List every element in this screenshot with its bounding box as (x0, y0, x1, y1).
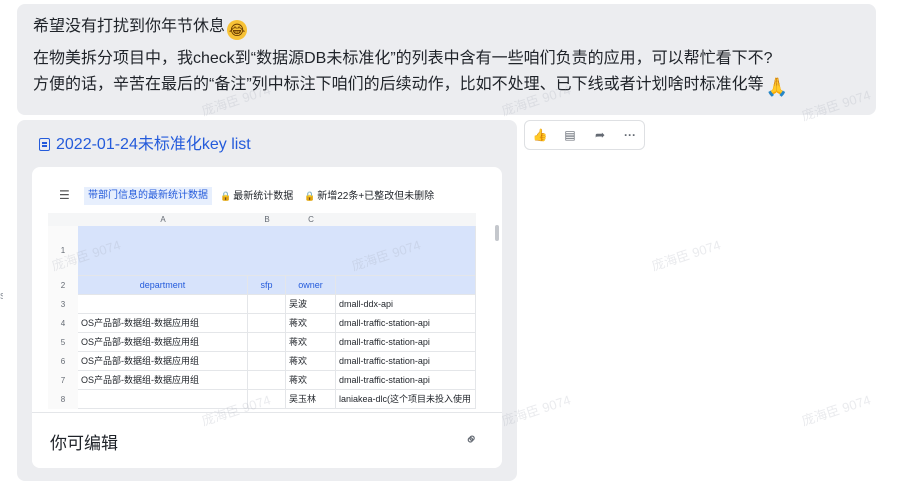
cell-department[interactable] (78, 295, 248, 314)
cell-owner[interactable]: 蒋欢 (286, 371, 336, 390)
cell-owner[interactable]: 吴波 (286, 295, 336, 314)
lock-icon: 🔒 (220, 191, 232, 201)
left-edge-text: s (0, 290, 3, 302)
pray-emoji-icon: 🙏 (765, 77, 789, 97)
message-toolbar: 👍 ▤ ➦ ··· (524, 120, 645, 150)
row-number: 1 (48, 226, 78, 276)
cell-sfp[interactable] (248, 352, 286, 371)
tab-latest-label: 最新统计数据 (233, 191, 294, 202)
col-header-a: A (78, 213, 248, 227)
tab-new-22-label: 新增22条+已整改但未删除 (317, 191, 435, 202)
cell-owner[interactable]: 蒋欢 (286, 352, 336, 371)
row-number: 3 (48, 295, 78, 314)
row-number: 8 (48, 390, 78, 409)
cell-department[interactable]: OS产品部-数据组-数据应用组 (78, 333, 248, 352)
sheet-tabs: ☰ 带部门信息的最新统计数据 🔒 最新统计数据 🔒 新增22条+已整改但未删除 (32, 185, 502, 207)
row-number: 6 (48, 352, 78, 371)
cell-app[interactable]: dmall-traffic-station-api (336, 333, 476, 352)
watermark: 庞海臣 9074 (649, 237, 723, 274)
sheet-preview[interactable]: ☰ 带部门信息的最新统计数据 🔒 最新统计数据 🔒 新增22条+已整改但未删除 A … (32, 167, 502, 468)
cell-department[interactable]: OS产品部-数据组-数据应用组 (78, 371, 248, 390)
header-app[interactable] (336, 276, 476, 295)
doc-title[interactable]: 2022-01-24未标准化key list (56, 136, 251, 153)
doc-icon (39, 138, 50, 151)
sheet-footer: 你可编辑 ⚭ (32, 412, 502, 468)
row-number: 7 (48, 371, 78, 390)
cell-app[interactable]: dmall-ddx-api (336, 295, 476, 314)
more-icon[interactable]: ··· (619, 125, 641, 145)
row-number: 4 (48, 314, 78, 333)
thumbs-up-icon[interactable]: 👍 (529, 125, 551, 145)
header-sfp[interactable]: sfp (248, 276, 286, 295)
message-bubble: 希望没有打扰到你年节休息 😂 在物美拆分项目中，我check到“数据源DB未标准化… (17, 4, 876, 115)
cell-owner[interactable]: 蒋欢 (286, 314, 336, 333)
message-text-3: 方便的话，辛苦在最后的“备注”列中标注下咱们的后续动作，比如不处理、已下线或者计… (33, 76, 764, 93)
message-text-1: 希望没有打扰到你年节休息 (33, 18, 226, 35)
tab-latest[interactable]: 🔒 最新统计数据 (216, 187, 297, 205)
doc-title-link[interactable]: 2022-01-24未标准化key list (39, 134, 251, 156)
cell-app[interactable]: laniakea-dlc(这个项目未投入使用 (336, 390, 476, 409)
cell-app[interactable]: dmall-traffic-station-api (336, 371, 476, 390)
layers-icon[interactable]: ☰ (59, 188, 70, 202)
cell-sfp[interactable] (248, 295, 286, 314)
link-icon[interactable]: ⚭ (460, 426, 484, 451)
cell-sfp[interactable] (248, 390, 286, 409)
message-line-1: 希望没有打扰到你年节休息 😂 (33, 16, 248, 40)
cell-owner[interactable]: 吴玉林 (286, 390, 336, 409)
header-department[interactable]: department (78, 276, 248, 295)
corner-header (48, 213, 78, 227)
cell-sfp[interactable] (248, 371, 286, 390)
tab-new-22[interactable]: 🔒 新增22条+已整改但未删除 (300, 187, 438, 205)
col-header-b: B (248, 213, 286, 227)
cell-app[interactable]: dmall-traffic-station-api (336, 314, 476, 333)
sheet-scrollbar[interactable] (495, 225, 499, 241)
doc-card: 2022-01-24未标准化key list ☰ 带部门信息的最新统计数据 🔒 最… (17, 120, 517, 481)
cell-app[interactable]: dmall-traffic-station-api (336, 352, 476, 371)
header-owner[interactable]: owner (286, 276, 336, 295)
message-line-3: 方便的话，辛苦在最后的“备注”列中标注下咱们的后续动作，比如不处理、已下线或者计… (33, 74, 788, 97)
col-header-c: C (286, 213, 336, 227)
cell-owner[interactable]: 蒋欢 (286, 333, 336, 352)
cell-sfp[interactable] (248, 314, 286, 333)
comment-icon[interactable]: ▤ (559, 125, 581, 145)
header-fill-row[interactable] (78, 226, 476, 276)
cell-department[interactable] (78, 390, 248, 409)
row-number: 5 (48, 333, 78, 352)
message-line-2: 在物美拆分项目中，我check到“数据源DB未标准化”的列表中含有一些咱们负责的… (33, 50, 773, 67)
lock-icon: 🔒 (304, 191, 316, 201)
forward-icon[interactable]: ➦ (589, 125, 611, 145)
row-number: 2 (48, 276, 78, 295)
laugh-cry-emoji-icon: 😂 (227, 20, 248, 40)
col-header-d (336, 213, 476, 227)
cell-sfp[interactable] (248, 333, 286, 352)
tab-latest-with-dept[interactable]: 带部门信息的最新统计数据 (84, 187, 212, 205)
cell-department[interactable]: OS产品部-数据组-数据应用组 (78, 352, 248, 371)
cell-department[interactable]: OS产品部-数据组-数据应用组 (78, 314, 248, 333)
permission-text: 你可编辑 (50, 434, 118, 453)
watermark: 庞海臣 9074 (799, 392, 873, 429)
